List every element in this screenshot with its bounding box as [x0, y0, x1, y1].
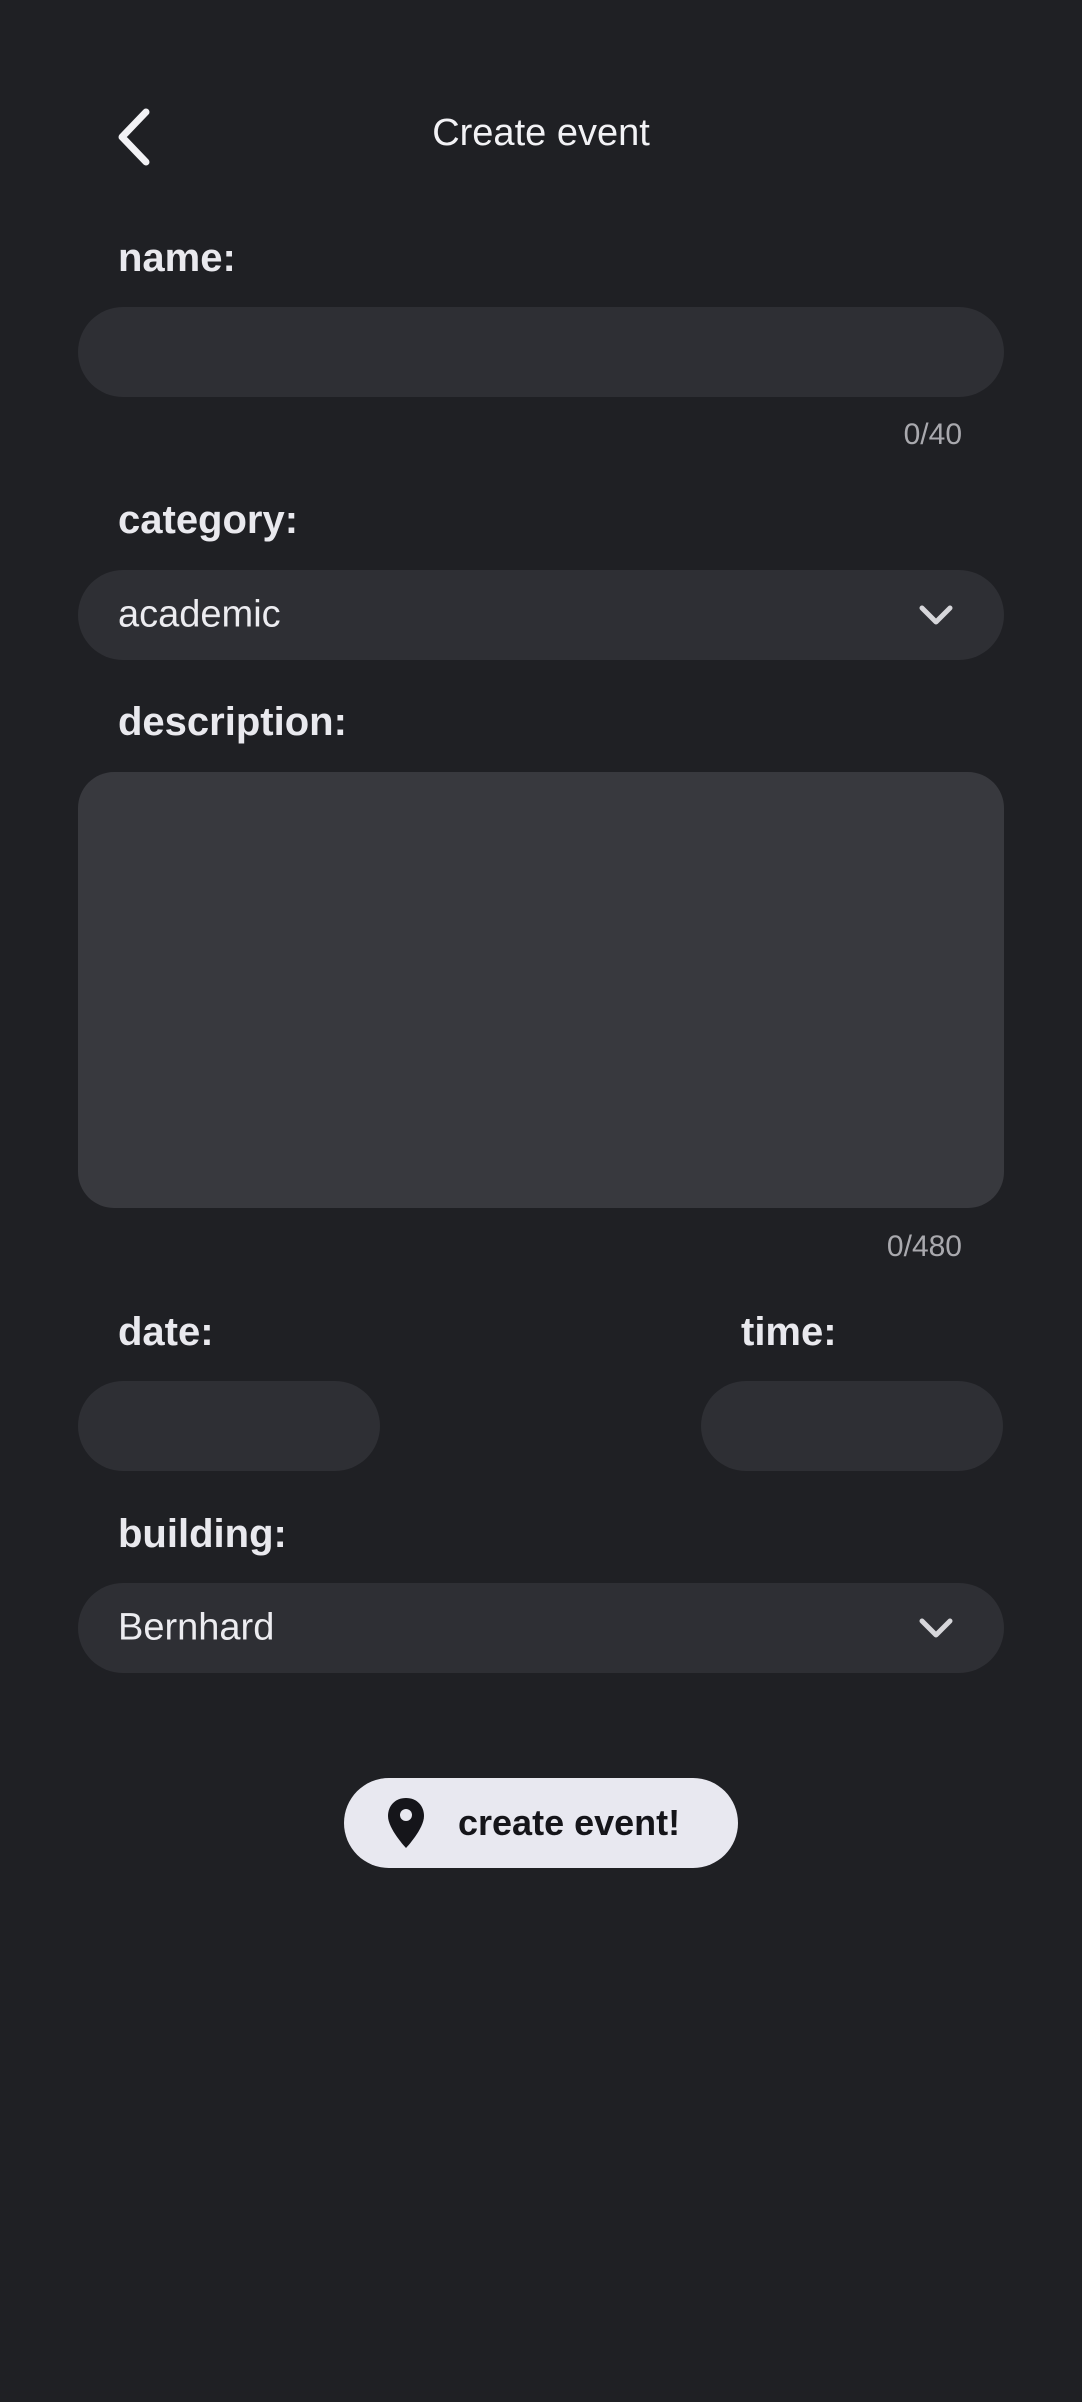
- description-label: description:: [118, 700, 347, 744]
- building-label: building:: [118, 1512, 287, 1556]
- description-textarea[interactable]: [78, 772, 1004, 1208]
- category-selected-value: academic: [118, 593, 281, 636]
- map-pin-icon: [388, 1798, 424, 1848]
- building-select[interactable]: Bernhard: [78, 1583, 1004, 1673]
- create-event-label: create event!: [458, 1802, 681, 1843]
- description-char-counter: 0/480: [886, 1230, 962, 1263]
- building-selected-value: Bernhard: [118, 1606, 275, 1649]
- chevron-down-icon: [919, 1618, 953, 1638]
- time-field[interactable]: [701, 1381, 1003, 1471]
- name-label: name:: [118, 236, 236, 280]
- date-field[interactable]: [78, 1381, 380, 1471]
- date-label: date:: [118, 1310, 214, 1354]
- page-title: Create event: [432, 112, 650, 154]
- create-event-button[interactable]: create event!: [344, 1778, 738, 1868]
- chevron-down-icon: [919, 605, 953, 625]
- category-label: category:: [118, 498, 299, 542]
- name-input[interactable]: [78, 307, 1004, 397]
- time-label: time:: [741, 1310, 837, 1354]
- name-char-counter: 0/40: [903, 418, 962, 451]
- category-select[interactable]: academic: [78, 570, 1004, 660]
